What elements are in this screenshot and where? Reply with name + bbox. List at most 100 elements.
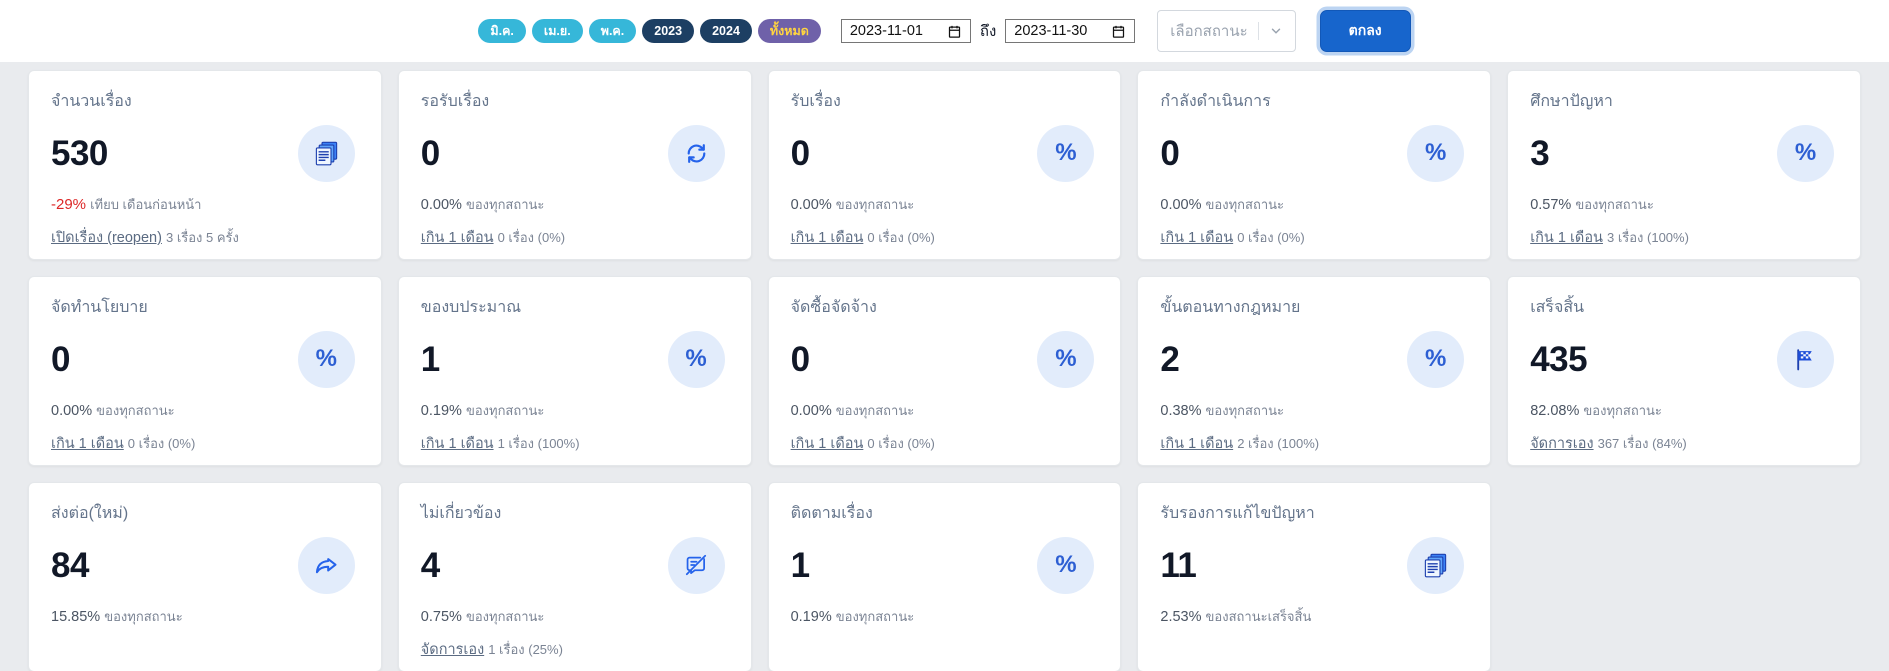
card-link-line: เกิน 1 เดือน 2 เรื่อง (100%) — [1160, 432, 1468, 455]
share-forward-icon — [297, 536, 355, 594]
card-link-line: เกิน 1 เดือน 0 เรื่อง (0%) — [421, 226, 729, 249]
card-percent-line: 15.85% ของทุกสถานะ — [51, 606, 359, 627]
month-pill-2[interactable]: เม.ย. — [531, 18, 583, 44]
percent-label: ของทุกสถานะ — [104, 609, 183, 624]
date-range-group: 2023-11-01 ถึง 2023-11-30 — [840, 19, 1136, 43]
chevron-down-icon — [1271, 28, 1280, 34]
percent-label: ของทุกสถานะ — [465, 197, 545, 212]
submit-button[interactable]: ตกลง — [1319, 10, 1411, 52]
card-percent-line: 2.53% ของสถานะเสร็จสิ้น — [1160, 606, 1468, 627]
self-managed-link[interactable]: จัดการเอง — [421, 642, 484, 658]
overdue-link[interactable]: เกิน 1 เดือน — [1530, 230, 1603, 246]
percent-value: 82.08% — [1530, 403, 1580, 419]
year-pill-2023[interactable]: 2023 — [642, 18, 695, 44]
card-title: จัดซื้อจัดจ้าง — [790, 299, 877, 316]
filter-bar: มิ.ค. เม.ย. พ.ค. 2023 2024 ทั้งหมด 2023-… — [0, 0, 1889, 62]
card-title: จำนวนเรื่อง — [51, 93, 132, 110]
percent-value: 0.19% — [420, 403, 462, 419]
status-select[interactable]: เลือกสถานะ — [1157, 10, 1296, 52]
stat-card-certified-fix: รับรองการแก้ไขปัญหา 11 2.53% ของสถานะเสร… — [1137, 482, 1492, 671]
link-detail: 1 เรื่อง (100%) — [497, 436, 580, 451]
stat-card-policy: จัดทำนโยบาย 0 % 0.00% ของทุกสถานะ เกิน 1… — [28, 276, 382, 466]
card-link-line: เกิน 1 เดือน 0 เรื่อง (0%) — [1160, 226, 1468, 249]
self-managed-link[interactable]: จัดการเอง — [1530, 436, 1593, 452]
percent-glyph: % — [1055, 551, 1077, 578]
percent-glyph: % — [685, 345, 707, 372]
link-detail: 0 เรื่อง (0%) — [867, 436, 935, 451]
overdue-link[interactable]: เกิน 1 เดือน — [791, 230, 864, 246]
reopen-link[interactable]: เปิดเรื่อง (reopen) — [51, 230, 162, 246]
percent-label: ของทุกสถานะ — [835, 609, 915, 624]
card-value: 435 — [1530, 339, 1588, 379]
overdue-link[interactable]: เกิน 1 เดือน — [1160, 230, 1233, 246]
card-value: 4 — [420, 545, 440, 585]
card-title: กำลังดำเนินการ — [1160, 93, 1271, 110]
card-title: ศึกษาปัญหา — [1530, 93, 1613, 110]
calendar-icon[interactable] — [947, 24, 962, 39]
month-pill-1[interactable]: มิ.ค. — [478, 18, 526, 44]
link-detail: 0 เรื่อง (0%) — [1237, 230, 1305, 245]
card-link-line: เปิดเรื่อง (reopen) 3 เรื่อง 5 ครั้ง — [51, 226, 359, 249]
calendar-icon[interactable] — [1111, 24, 1126, 39]
month-pill-3[interactable]: พ.ค. — [588, 18, 637, 44]
percent-icon: % — [1037, 330, 1095, 388]
card-value: 0 — [51, 339, 70, 379]
card-percent-line: 0.19% ของทุกสถานะ — [791, 606, 1099, 627]
card-title: ขั้นตอนทางกฎหมาย — [1160, 299, 1301, 316]
all-pill[interactable]: ทั้งหมด — [757, 18, 821, 44]
stat-card-total: จำนวนเรื่อง 530 -29% เทียบ เดือนก่อนหน้า… — [28, 70, 382, 260]
date-to-label: ถึง — [979, 23, 997, 40]
link-detail: 367 เรื่อง (84%) — [1597, 436, 1687, 451]
refresh-icon — [667, 124, 725, 182]
card-title: จัดทำนโยบาย — [51, 299, 148, 316]
card-percent-line: 0.00% ของทุกสถานะ — [421, 194, 729, 215]
percent-label: ของทุกสถานะ — [96, 403, 175, 418]
stat-card-waiting: รอรับเรื่อง 0 0.00% ของทุกสถานะ เกิน 1 เ… — [397, 70, 752, 260]
percent-label: ของทุกสถานะ — [835, 197, 915, 212]
percent-value: 0.75% — [420, 609, 462, 625]
date-to-input[interactable]: 2023-11-30 — [1005, 19, 1136, 43]
overdue-link[interactable]: เกิน 1 เดือน — [51, 436, 124, 452]
overdue-link[interactable]: เกิน 1 เดือน — [1160, 436, 1233, 452]
card-value: 0 — [420, 133, 440, 173]
chat-off-icon — [667, 536, 725, 594]
percent-glyph: % — [1055, 345, 1077, 372]
percent-icon: % — [1037, 536, 1095, 594]
card-title: รับเรื่อง — [790, 93, 841, 110]
card-value: 11 — [1160, 545, 1197, 585]
card-link-line: จัดการเอง 1 เรื่อง (25%) — [421, 638, 729, 661]
stat-card-budget: ของบประมาณ 1 % 0.19% ของทุกสถานะ เกิน 1 … — [397, 276, 752, 466]
percent-icon: % — [1407, 330, 1465, 388]
card-value: 0 — [1160, 133, 1180, 173]
card-trend-line: -29% เทียบ เดือนก่อนหน้า — [51, 194, 359, 215]
documents-icon — [1407, 536, 1465, 594]
card-link-line: เกิน 1 เดือน 0 เรื่อง (0%) — [791, 226, 1099, 249]
stat-card-procurement: จัดซื้อจัดจ้าง 0 % 0.00% ของทุกสถานะ เกิ… — [767, 276, 1122, 466]
date-from-value: 2023-11-01 — [849, 23, 923, 39]
card-link-line: เกิน 1 เดือน 0 เรื่อง (0%) — [791, 432, 1099, 455]
overdue-link[interactable]: เกิน 1 เดือน — [421, 436, 494, 452]
date-to-value: 2023-11-30 — [1014, 23, 1088, 39]
card-value: 530 — [51, 133, 108, 173]
percent-glyph: % — [1425, 345, 1447, 372]
stat-card-forwarded: ส่งต่อ(ใหม่) 84 15.85% ของทุกสถานะ — [28, 482, 382, 671]
percent-value: 0.57% — [1530, 197, 1572, 213]
stat-card-completed: เสร็จสิ้น 435 82.08% ของทุกสถานะ จัดการเ… — [1507, 276, 1861, 466]
stat-card-legal: ขั้นตอนทางกฎหมาย 2 % 0.38% ของทุกสถานะ เ… — [1137, 276, 1492, 466]
year-pill-2024[interactable]: 2024 — [700, 18, 752, 44]
card-percent-line: 0.00% ของทุกสถานะ — [1160, 194, 1468, 215]
percent-label: ของทุกสถานะ — [1205, 197, 1285, 212]
card-title: ติดตามเรื่อง — [790, 505, 873, 522]
percent-value: 0.00% — [1160, 197, 1202, 213]
percent-glyph: % — [1055, 139, 1077, 166]
link-detail: 1 เรื่อง (25%) — [488, 642, 563, 657]
percent-icon: % — [1407, 124, 1465, 182]
card-title: รอรับเรื่อง — [420, 93, 490, 110]
card-value: 84 — [51, 545, 89, 585]
overdue-link[interactable]: เกิน 1 เดือน — [421, 230, 494, 246]
card-percent-line: 0.00% ของทุกสถานะ — [791, 400, 1099, 421]
date-from-input[interactable]: 2023-11-01 — [840, 19, 971, 43]
percent-glyph: % — [1425, 139, 1447, 166]
overdue-link[interactable]: เกิน 1 เดือน — [791, 436, 864, 452]
percent-label: ของทุกสถานะ — [465, 609, 545, 624]
